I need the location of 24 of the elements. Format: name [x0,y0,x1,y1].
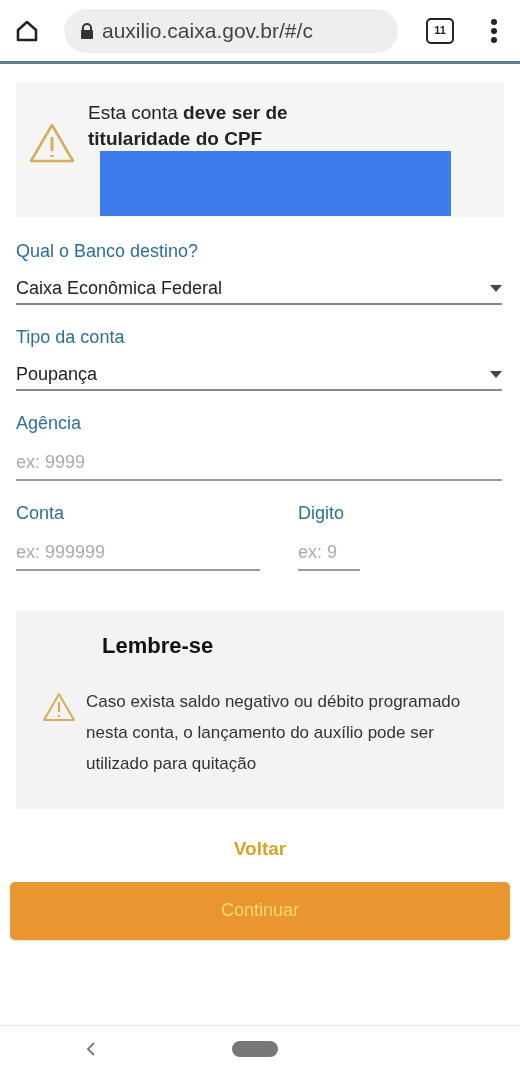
reminder-text: Caso exista saldo negativo ou débito programado nesta conta, o lançamento do auxílio pode ser utilizado para quitação [86,691,462,775]
warning-icon [28,122,76,164]
reminder-title: Lembre-se [102,632,215,660]
lock-icon [80,22,94,39]
warning-icon [42,692,76,722]
url-text: auxilio.caixa.gov.br/#/c [102,17,313,44]
field-label: Conta [16,502,66,525]
back-icon[interactable] [86,1040,96,1057]
input-field[interactable]: ex: 9 [298,535,360,571]
field-label: Agência [16,412,83,435]
input-field[interactable]: ex: 9999 [16,445,502,481]
dropdown-caret-icon [490,284,502,292]
field-label: Digito [298,502,346,525]
home-pill[interactable] [232,1040,278,1057]
notice-text: Esta conta deve ser de titularidade do CPF [88,101,289,151]
dropdown-caret-icon [490,370,502,378]
select-field[interactable]: Caixa Econômica Federal [16,273,502,305]
tab-count-button[interactable]: 11 [426,17,454,44]
address-bar[interactable]: auxilio.caixa.gov.br/#/c [64,8,398,53]
menu-icon[interactable] [490,17,498,44]
select-field[interactable]: Poupança [16,359,502,391]
field-label: Tipo da conta [16,326,126,349]
field-label: Qual o Banco destino? [16,240,200,263]
input-field[interactable]: ex: 999999 [16,535,260,571]
